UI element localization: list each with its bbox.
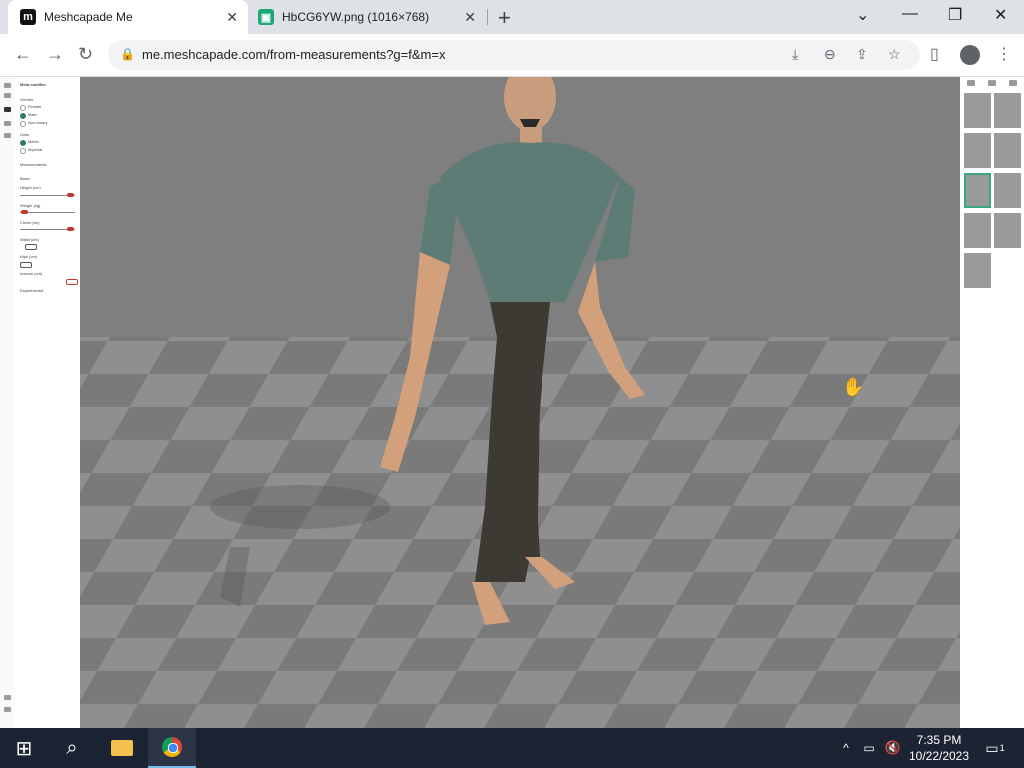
avatar-thumbnail[interactable] (994, 133, 1021, 168)
avatar-scene[interactable]: ✋ (80, 77, 960, 728)
windows-start-icon[interactable]: ⊞ (0, 728, 48, 768)
basic-section-label: Basic (20, 176, 30, 181)
tool-icon[interactable] (4, 133, 11, 138)
notification-icon[interactable]: ▭ 1 (980, 728, 1010, 768)
field-label: Waist (cm) (20, 237, 39, 242)
share-icon[interactable]: ⇪ (856, 46, 868, 63)
avatar-thumbnail[interactable] (964, 253, 991, 288)
avatar-thumbnail-selected[interactable] (964, 173, 991, 208)
back-icon[interactable]: ← (14, 44, 32, 65)
height-slider-handle[interactable] (67, 193, 74, 197)
volume-muted-icon[interactable]: 🔇 (884, 728, 902, 768)
gender-radio-nonbinary[interactable] (20, 121, 26, 127)
inseam-toggle[interactable] (66, 279, 78, 285)
lock-icon[interactable]: 🔒 (120, 47, 135, 61)
field-label: Height (cm) (20, 185, 41, 190)
help-icon[interactable] (4, 707, 11, 712)
profile-avatar[interactable] (960, 45, 980, 65)
field-label: Inseam (cm) (20, 271, 43, 276)
tab-label: HbCG6YW.png (1016×768) (282, 10, 430, 24)
browser-toolbar: ← → ↻ 🔒 me.meshcapade.com/from-measureme… (0, 34, 1024, 77)
bookmark-star-icon[interactable]: ☆ (888, 46, 901, 63)
chest-slider-handle[interactable] (67, 227, 74, 231)
gallery-tab-icon[interactable] (988, 80, 996, 86)
field-label: Weight (kg) (20, 203, 41, 208)
install-app-icon[interactable]: ⤓ (792, 46, 798, 63)
reload-icon[interactable]: ↻ (78, 44, 93, 65)
close-tab-icon[interactable]: ✕ (464, 9, 476, 26)
chrome-taskbar-icon[interactable] (148, 728, 196, 768)
units-label: Units (20, 132, 30, 137)
side-panel-icon[interactable]: ▯ (930, 44, 939, 64)
tab-meshcapade[interactable]: m Meshcapade Me ✕ (8, 0, 248, 34)
units-radio-metric[interactable] (20, 140, 26, 146)
forward-icon[interactable]: → (46, 44, 64, 65)
gender-radio-female[interactable] (20, 105, 26, 111)
tab-divider (487, 9, 488, 25)
new-tab-icon[interactable]: + (498, 5, 511, 31)
avatar-thumbnail[interactable] (994, 173, 1021, 208)
tab-strip: m Meshcapade Me ✕ ▣ HbCG6YW.png (1016×76… (0, 0, 1024, 34)
windows-taskbar: ⊞ ⌕ ^ ▭ 🔇 7:35 PM 10/22/2023 ▭ 1 (0, 728, 1024, 768)
meshcapade-favicon-icon: m (20, 9, 36, 25)
close-window-icon[interactable]: ✕ (994, 5, 1007, 25)
gender-option-label: Female (28, 104, 42, 109)
image-favicon-icon: ▣ (258, 9, 274, 25)
gallery-tab-icon[interactable] (967, 80, 975, 86)
zoom-icon[interactable]: ⊖ (824, 46, 836, 63)
gender-radio-male[interactable] (20, 113, 26, 119)
gender-label: Gender (20, 97, 34, 102)
system-clock[interactable]: 7:35 PM 10/22/2023 (904, 732, 974, 764)
close-tab-icon[interactable]: ✕ (226, 9, 238, 26)
unit-option-label: Metric (28, 139, 39, 144)
3d-viewport[interactable]: ✋ (80, 77, 960, 728)
panel-header: Meta modifier (20, 82, 47, 87)
notification-count: 1 (999, 743, 1005, 753)
unit-option-label: Imperial (28, 147, 43, 152)
hips-toggle[interactable] (20, 262, 32, 268)
tab-search-chevron-icon[interactable]: ⌄ (856, 5, 869, 25)
avatar-thumbnail[interactable] (964, 213, 991, 248)
measurements-label: Measurements (20, 162, 47, 167)
restore-icon[interactable]: ❐ (948, 5, 962, 25)
hand-cursor-icon: ✋ (842, 376, 864, 398)
gender-option-label: Non-binary (28, 120, 48, 125)
show-hidden-icons-chevron-icon[interactable]: ^ (838, 728, 854, 768)
avatar-thumbnail[interactable] (994, 213, 1021, 248)
avatar-thumbnail[interactable] (964, 93, 991, 128)
clock-time: 7:35 PM (916, 733, 962, 747)
left-tool-rail (0, 77, 16, 728)
experimental-label[interactable]: Experimental (20, 288, 43, 293)
weight-slider[interactable] (20, 212, 75, 213)
address-url[interactable]: me.meshcapade.com/from-measurements?g=f&… (142, 47, 445, 62)
tool-icon[interactable] (4, 107, 11, 112)
settings-icon[interactable] (4, 695, 11, 700)
field-label: Hips (cm) (20, 254, 38, 259)
weight-slider-handle[interactable] (21, 210, 28, 214)
address-bar[interactable]: 🔒 me.meshcapade.com/from-measurements?g=… (108, 40, 920, 70)
avatar-thumbnail[interactable] (964, 133, 991, 168)
clock-date: 10/22/2023 (908, 749, 970, 763)
units-radio-imperial[interactable] (20, 148, 26, 154)
tool-icon[interactable] (4, 121, 11, 126)
tab-label: Meshcapade Me (44, 10, 133, 24)
avatar-gallery-panel (960, 77, 1024, 728)
gallery-tab-icon[interactable] (1009, 80, 1017, 86)
gender-option-label: Male (28, 112, 37, 117)
field-label: Chest (cm) (20, 220, 40, 225)
waist-toggle[interactable] (25, 244, 37, 250)
network-icon[interactable]: ▭ (860, 728, 878, 768)
file-explorer-icon[interactable] (98, 728, 146, 768)
measurements-panel: Meta modifier Gender Female Male Non-bin… (15, 77, 80, 728)
menu-kebab-icon[interactable]: ⋮ (996, 44, 1012, 64)
avatar-thumbnail[interactable] (994, 93, 1021, 128)
search-icon[interactable]: ⌕ (48, 728, 96, 768)
tab-image[interactable]: ▣ HbCG6YW.png (1016×768) ✕ (250, 0, 486, 34)
tool-icon[interactable] (4, 83, 11, 88)
minimize-icon[interactable]: — (902, 5, 918, 23)
tool-icon[interactable] (4, 93, 11, 98)
